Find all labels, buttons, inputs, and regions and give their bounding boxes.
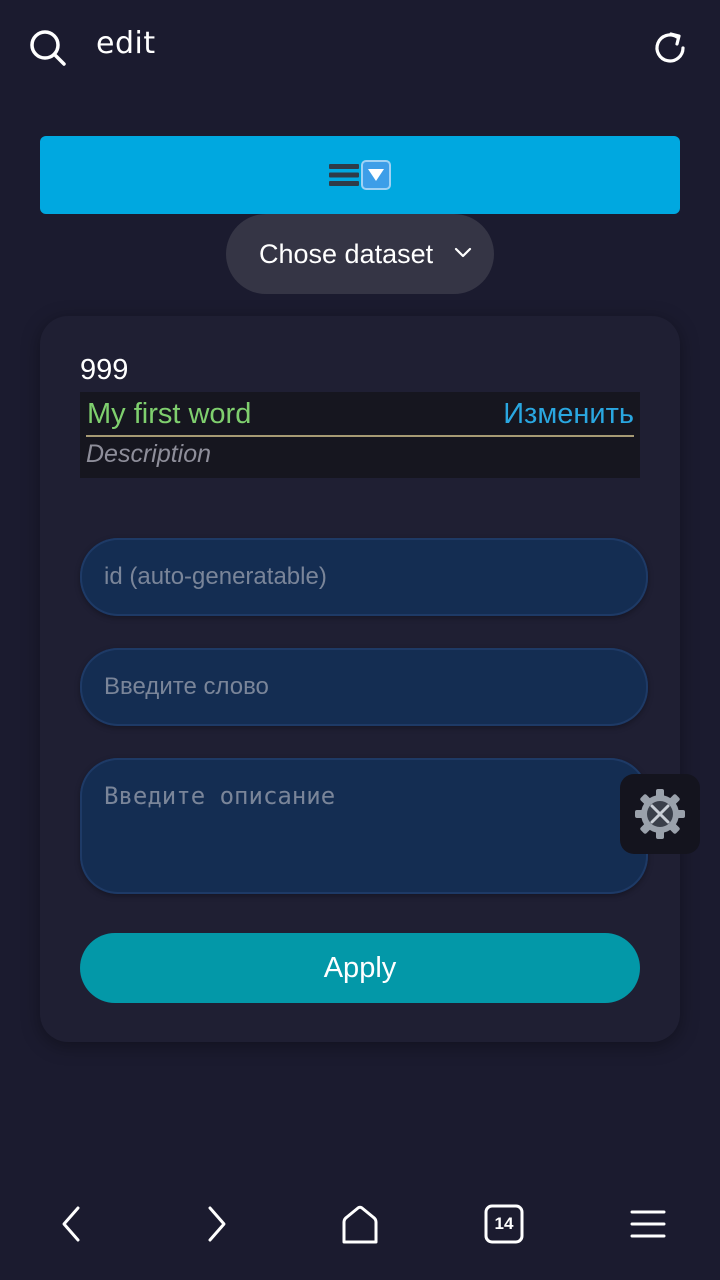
hamburger-icon: [329, 164, 359, 186]
dataset-select[interactable]: Chose dataset: [226, 214, 494, 294]
menu-icon[interactable]: [626, 1202, 670, 1246]
home-icon[interactable]: [338, 1202, 382, 1246]
address-text[interactable]: edit: [96, 26, 156, 61]
editor-card: 999 My first word Изменить Description i…: [40, 316, 680, 1042]
search-icon[interactable]: [28, 28, 68, 68]
address-bar: edit: [0, 0, 720, 96]
forward-icon[interactable]: [194, 1202, 238, 1246]
down-arrow-box-icon: [361, 160, 391, 190]
id-input[interactable]: id (auto-generatable): [80, 538, 648, 616]
entry-word: My first word: [87, 398, 252, 430]
dataset-menu-button[interactable]: [40, 136, 680, 214]
gear-tools-icon: [635, 789, 685, 839]
divider: [86, 435, 634, 437]
word-input[interactable]: Введите слово: [80, 648, 648, 726]
tabs-button[interactable]: 14: [482, 1202, 526, 1246]
tabs-count: 14: [494, 1214, 514, 1233]
dataset-select-label: Chose dataset: [259, 238, 434, 269]
entry-id: 999: [80, 354, 129, 386]
chevron-down-icon: [454, 247, 472, 258]
edit-link[interactable]: Изменить: [503, 398, 634, 431]
entry-description: Description: [86, 440, 212, 468]
bottom-navigation: 14: [0, 1190, 720, 1280]
browser-page: edit Chose dataset 999 My first word Изм: [0, 0, 720, 1280]
reload-icon[interactable]: [650, 28, 690, 68]
back-icon[interactable]: [50, 1202, 94, 1246]
description-textarea[interactable]: Введите описание: [80, 758, 648, 894]
floating-tools-button[interactable]: [620, 774, 700, 854]
apply-button[interactable]: Apply: [80, 933, 640, 1003]
entry-preview: My first word Изменить Description: [80, 392, 640, 478]
